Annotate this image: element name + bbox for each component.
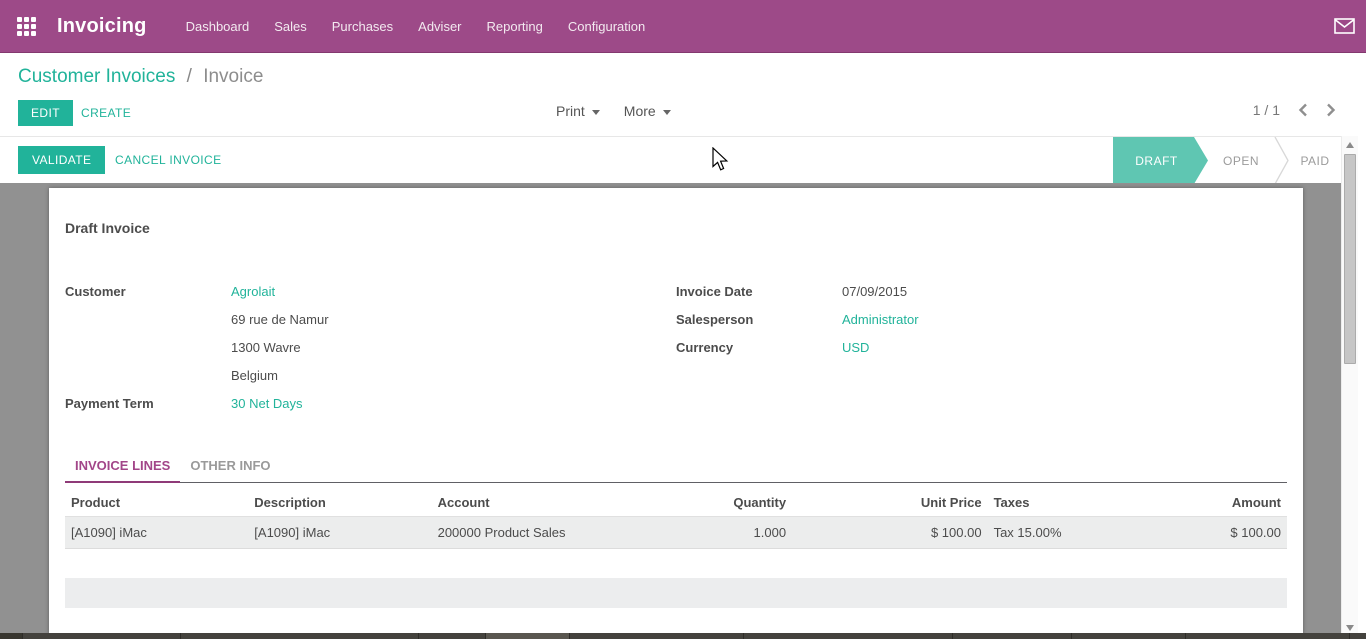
invoice-lines-table: Product Description Account Quantity Uni…: [65, 489, 1287, 549]
currency-value[interactable]: USD: [842, 340, 869, 355]
table-row[interactable]: [A1090] iMac [A1090] iMac 200000 Product…: [65, 517, 1287, 549]
cell-amount[interactable]: $ 100.00: [1146, 517, 1287, 549]
taskbar-segment[interactable]: [1186, 633, 1350, 639]
menu-item-sales[interactable]: Sales: [274, 19, 307, 34]
statusbar: VALIDATE CANCEL INVOICE DRAFT OPEN PAID: [0, 136, 1366, 183]
status-pipeline: DRAFT OPEN PAID: [1113, 137, 1340, 184]
top-navbar: Invoicing Dashboard Sales Purchases Advi…: [0, 0, 1366, 53]
customer-address-country: Belgium: [231, 368, 278, 383]
taskbar-segment[interactable]: [744, 633, 953, 639]
scroll-down-icon[interactable]: [1346, 625, 1354, 631]
invoice-date-label: Invoice Date: [676, 284, 842, 299]
salesperson-value[interactable]: Administrator: [842, 312, 919, 327]
dropdown-group: Print More: [556, 103, 671, 119]
cell-quantity[interactable]: 1.000: [688, 517, 792, 549]
col-account: Account: [432, 489, 689, 517]
invoicing-app: Invoicing Dashboard Sales Purchases Advi…: [0, 0, 1366, 639]
more-dropdown[interactable]: More: [624, 103, 671, 119]
taskbar-segment[interactable]: [0, 633, 23, 639]
breadcrumb-current: Invoice: [203, 66, 263, 87]
scroll-up-icon[interactable]: [1346, 142, 1354, 148]
pager-next-icon[interactable]: [1326, 103, 1336, 117]
menu-item-configuration[interactable]: Configuration: [568, 19, 645, 34]
taskbar-segment[interactable]: [419, 633, 486, 639]
apps-grid-icon[interactable]: [17, 17, 36, 36]
notebook-tabs: INVOICE LINES OTHER INFO: [65, 458, 1287, 483]
stage-open[interactable]: OPEN: [1208, 137, 1274, 184]
field-group-left: Customer Agrolait 69 rue de Namur 1300 W…: [65, 277, 645, 417]
action-buttons-row: EDIT CREATE Print More 1 / 1: [0, 100, 1366, 127]
taskbar-segment[interactable]: [953, 633, 1072, 639]
caret-down-icon: [663, 110, 671, 115]
tab-invoice-lines[interactable]: INVOICE LINES: [65, 458, 180, 483]
taskbar-segment[interactable]: [181, 633, 419, 639]
customer-address-street: 69 rue de Namur: [231, 312, 329, 327]
print-dropdown[interactable]: Print: [556, 103, 600, 119]
col-taxes: Taxes: [988, 489, 1147, 517]
messages-envelope-icon[interactable]: [1334, 18, 1355, 34]
totals-placeholder-strip: [65, 578, 1287, 608]
customer-label: Customer: [65, 284, 231, 299]
right-gutter: [1341, 136, 1366, 639]
menu-item-adviser[interactable]: Adviser: [418, 19, 461, 34]
invoice-date-value: 07/09/2015: [842, 284, 907, 299]
cell-unit-price[interactable]: $ 100.00: [792, 517, 988, 549]
col-unit-price: Unit Price: [792, 489, 988, 517]
caret-down-icon: [592, 110, 600, 115]
record-pager: 1 / 1: [1253, 102, 1336, 118]
app-title[interactable]: Invoicing: [57, 15, 147, 38]
payment-term-label: Payment Term: [65, 396, 231, 411]
taskbar-segment[interactable]: [23, 633, 181, 639]
breadcrumb: Customer Invoices / Invoice: [18, 66, 263, 88]
payment-term-value[interactable]: 30 Net Days: [231, 396, 303, 411]
pager-count: 1 / 1: [1253, 102, 1280, 118]
currency-label: Currency: [676, 340, 842, 355]
edit-button[interactable]: EDIT: [18, 100, 73, 126]
stage-separator-icon: [1274, 137, 1290, 184]
tab-other-info[interactable]: OTHER INFO: [180, 458, 280, 482]
scrollbar-thumb[interactable]: [1344, 154, 1356, 364]
cell-account[interactable]: 200000 Product Sales: [432, 517, 689, 549]
taskbar-segment[interactable]: [1350, 633, 1366, 639]
vertical-scrollbar[interactable]: [1341, 136, 1358, 639]
breadcrumb-customer-invoices[interactable]: Customer Invoices: [18, 66, 175, 87]
taskbar-segment[interactable]: [486, 633, 570, 639]
taskbar-segment[interactable]: [570, 633, 744, 639]
breadcrumb-separator: /: [187, 66, 192, 87]
col-product: Product: [65, 489, 248, 517]
pager-previous-icon[interactable]: [1298, 103, 1308, 117]
create-button[interactable]: CREATE: [81, 100, 131, 126]
form-view-background: Draft Invoice Customer Agrolait 69 rue d…: [0, 183, 1366, 639]
customer-address-city: 1300 Wavre: [231, 340, 301, 355]
col-amount: Amount: [1146, 489, 1287, 517]
col-quantity: Quantity: [688, 489, 792, 517]
cancel-invoice-button[interactable]: CANCEL INVOICE: [115, 146, 222, 174]
invoice-sheet: Draft Invoice Customer Agrolait 69 rue d…: [49, 188, 1303, 634]
menu-item-purchases[interactable]: Purchases: [332, 19, 393, 34]
stage-draft[interactable]: DRAFT: [1113, 137, 1208, 184]
validate-button[interactable]: VALIDATE: [18, 146, 105, 174]
salesperson-label: Salesperson: [676, 312, 842, 327]
control-panel: Customer Invoices / Invoice EDIT CREATE …: [0, 53, 1366, 136]
menu-item-dashboard[interactable]: Dashboard: [186, 19, 250, 34]
os-taskbar-edge[interactable]: [0, 633, 1366, 639]
field-group-right: Invoice Date 07/09/2015 Salesperson Admi…: [676, 277, 1236, 361]
cell-product[interactable]: [A1090] iMac: [65, 517, 248, 549]
stage-paid[interactable]: PAID: [1290, 137, 1340, 184]
main-menu: Dashboard Sales Purchases Adviser Report…: [186, 19, 646, 34]
menu-item-reporting[interactable]: Reporting: [487, 19, 543, 34]
col-description: Description: [248, 489, 431, 517]
cell-taxes[interactable]: Tax 15.00%: [988, 517, 1147, 549]
table-header-row: Product Description Account Quantity Uni…: [65, 489, 1287, 517]
cell-description[interactable]: [A1090] iMac: [248, 517, 431, 549]
taskbar-segment[interactable]: [1072, 633, 1186, 639]
customer-value[interactable]: Agrolait: [231, 284, 275, 299]
invoice-state-title: Draft Invoice: [65, 220, 150, 236]
